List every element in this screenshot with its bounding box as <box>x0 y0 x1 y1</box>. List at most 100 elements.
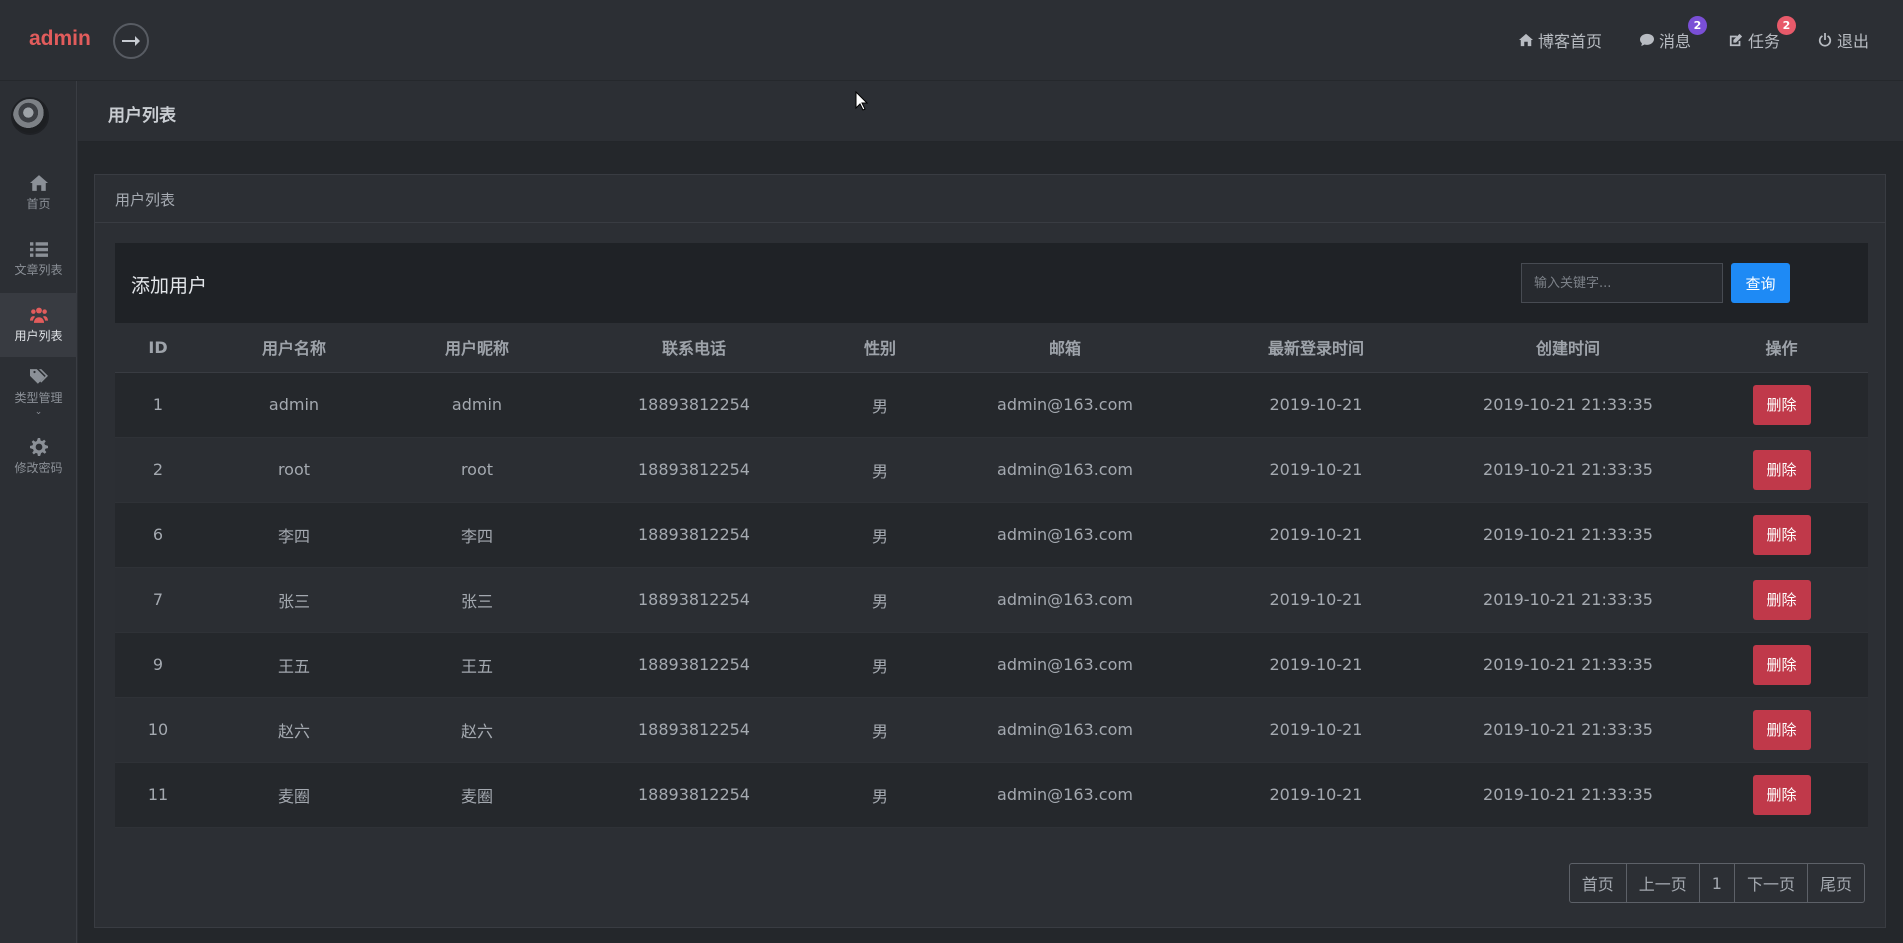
cell-actions: 删除 <box>1695 632 1868 698</box>
mouse-cursor-icon <box>855 91 869 111</box>
cell-username: 张三 <box>201 567 387 633</box>
pagination-next[interactable]: 下一页 <box>1735 864 1808 902</box>
cell-last-login: 2019-10-21 <box>1191 697 1441 763</box>
cell-actions: 删除 <box>1695 697 1868 763</box>
column-header[interactable]: 用户名称 <box>201 323 387 373</box>
nav-blog-home[interactable]: 博客首页 <box>1518 28 1602 52</box>
cell-actions: 删除 <box>1695 372 1868 438</box>
cell-nickname: 李四 <box>387 502 567 568</box>
sidebar-item-label: 文章列表 <box>14 263 63 277</box>
tasks-badge: 2 <box>1776 16 1796 35</box>
cell-created: 2019-10-21 21:33:35 <box>1441 697 1695 763</box>
sidebar-item-articles[interactable]: 文章列表 <box>0 227 77 291</box>
add-user-button[interactable]: 添加用户 <box>131 271 207 298</box>
cell-phone: 18893812254 <box>567 372 821 438</box>
cell-gender: 男 <box>821 567 939 633</box>
cell-created: 2019-10-21 21:33:35 <box>1441 437 1695 503</box>
column-header[interactable]: 联系电话 <box>567 323 821 373</box>
cell-phone: 18893812254 <box>567 567 821 633</box>
delete-button[interactable]: 删除 <box>1752 384 1811 425</box>
cell-created: 2019-10-21 21:33:35 <box>1441 567 1695 633</box>
cell-id: 6 <box>115 502 201 568</box>
cell-actions: 删除 <box>1695 437 1868 503</box>
cell-id: 7 <box>115 567 201 633</box>
search-button[interactable]: 查询 <box>1731 263 1790 303</box>
table-row: 1 admin admin 18893812254 男 admin@163.com 2019… <box>115 372 1868 438</box>
home-icon <box>29 175 48 191</box>
cell-username: admin <box>201 372 387 438</box>
column-header: 操作 <box>1695 323 1868 373</box>
cell-email: admin@163.com <box>939 502 1191 568</box>
brand-logo[interactable]: admin <box>29 27 91 51</box>
column-header[interactable]: 性别 <box>821 323 939 373</box>
edit-icon <box>1729 33 1743 47</box>
cell-username: 王五 <box>201 632 387 698</box>
delete-button[interactable]: 删除 <box>1752 709 1811 750</box>
list-icon <box>29 242 48 257</box>
column-header[interactable]: 邮箱 <box>939 323 1191 373</box>
tags-icon <box>29 368 48 384</box>
delete-button[interactable]: 删除 <box>1752 579 1811 620</box>
sidebar-item-types[interactable]: 类型管理 ⌄ <box>0 359 77 423</box>
nav-logout[interactable]: 退出 <box>1818 28 1869 52</box>
cell-last-login: 2019-10-21 <box>1191 567 1441 633</box>
sidebar-item-home[interactable]: 首页 <box>0 161 77 225</box>
cell-nickname: 赵六 <box>387 697 567 763</box>
pagination-last[interactable]: 尾页 <box>1808 864 1864 902</box>
user-list-panel: 用户列表 添加用户 查询 ID 用户名称 用户昵称 联系电话 性别 邮箱 最新登… <box>94 174 1886 928</box>
sidebar-toggle-button[interactable] <box>113 23 149 59</box>
delete-button[interactable]: 删除 <box>1752 644 1811 685</box>
main-content: 用户列表 用户列表 添加用户 查询 ID 用户名称 用户昵称 联系电话 性别 邮… <box>78 81 1903 943</box>
cell-phone: 18893812254 <box>567 632 821 698</box>
cell-email: admin@163.com <box>939 697 1191 763</box>
column-header[interactable]: 用户昵称 <box>387 323 567 373</box>
table-toolbar: 添加用户 查询 <box>115 243 1868 323</box>
cell-gender: 男 <box>821 372 939 438</box>
panel-title: 用户列表 <box>95 175 1885 223</box>
cell-id: 9 <box>115 632 201 698</box>
cell-actions: 删除 <box>1695 502 1868 568</box>
chevron-down-icon: ⌄ <box>34 406 43 417</box>
table-row: 9 王五 王五 18893812254 男 admin@163.com 2019-10-21… <box>115 632 1868 698</box>
cell-actions: 删除 <box>1695 762 1868 828</box>
cell-id: 2 <box>115 437 201 503</box>
cell-last-login: 2019-10-21 <box>1191 502 1441 568</box>
delete-button[interactable]: 删除 <box>1752 774 1811 815</box>
nav-tasks[interactable]: 任务 2 <box>1729 16 1796 52</box>
cell-id: 11 <box>115 762 201 828</box>
cell-last-login: 2019-10-21 <box>1191 632 1441 698</box>
sidebar-item-users[interactable]: 用户列表 <box>0 293 77 357</box>
sidebar: 首页 文章列表 用户列表 类型管理 ⌄ 修改密码 <box>0 81 77 943</box>
column-header[interactable]: 最新登录时间 <box>1191 323 1441 373</box>
cell-created: 2019-10-21 21:33:35 <box>1441 502 1695 568</box>
cell-phone: 18893812254 <box>567 502 821 568</box>
search-input[interactable] <box>1521 263 1723 303</box>
column-header[interactable]: ID <box>115 323 201 373</box>
nav-messages-label: 消息 <box>1658 32 1691 51</box>
pagination-current[interactable]: 1 <box>1700 864 1735 902</box>
nav-messages[interactable]: 消息 2 <box>1639 16 1707 52</box>
top-nav: 博客首页 消息 2 任务 2 退出 <box>1518 16 1869 52</box>
pagination-first[interactable]: 首页 <box>1570 864 1627 902</box>
table-row: 10 赵六 赵六 18893812254 男 admin@163.com 2019-10-2… <box>115 697 1868 763</box>
table-row: 7 张三 张三 18893812254 男 admin@163.com 2019-10-21… <box>115 567 1868 633</box>
column-header[interactable]: 创建时间 <box>1441 323 1695 373</box>
avatar[interactable] <box>11 97 49 135</box>
cell-gender: 男 <box>821 697 939 763</box>
cell-username: 赵六 <box>201 697 387 763</box>
table-row: 2 root root 18893812254 男 admin@163.com 2019-1… <box>115 437 1868 503</box>
power-icon <box>1818 33 1832 47</box>
nav-blog-home-label: 博客首页 <box>1537 32 1602 51</box>
pagination-prev[interactable]: 上一页 <box>1627 864 1700 902</box>
cell-last-login: 2019-10-21 <box>1191 372 1441 438</box>
gear-icon <box>29 438 48 456</box>
delete-button[interactable]: 删除 <box>1752 514 1811 555</box>
cell-email: admin@163.com <box>939 567 1191 633</box>
sidebar-item-change-password[interactable]: 修改密码 <box>0 425 77 489</box>
cell-gender: 男 <box>821 437 939 503</box>
cell-email: admin@163.com <box>939 437 1191 503</box>
delete-button[interactable]: 删除 <box>1752 449 1811 490</box>
sidebar-item-label: 用户列表 <box>14 329 63 343</box>
users-icon <box>29 307 48 323</box>
page-title: 用户列表 <box>108 106 176 126</box>
